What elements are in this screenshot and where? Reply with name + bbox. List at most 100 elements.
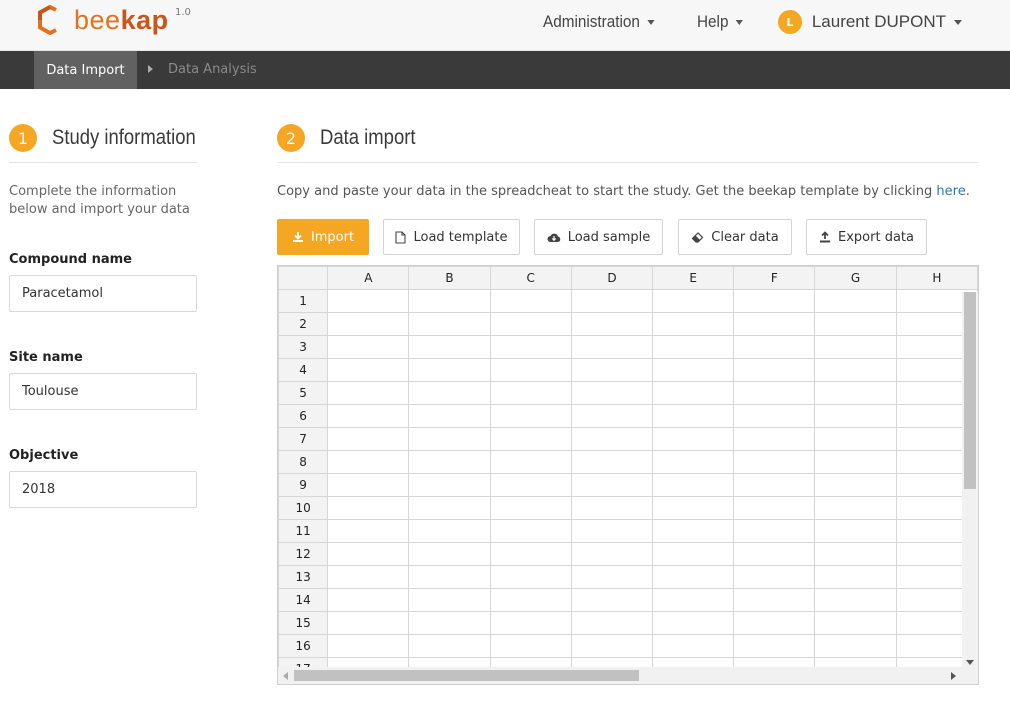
user-menu[interactable]: L Laurent DUPONT [777, 10, 962, 34]
grid-cell[interactable] [408, 496, 491, 520]
vertical-scroll-thumb[interactable] [964, 292, 976, 489]
grid-cell[interactable] [570, 450, 654, 474]
grid-cell[interactable] [570, 404, 654, 428]
row-header[interactable]: 8 [278, 450, 329, 474]
grid-cell[interactable] [327, 611, 410, 635]
template-link[interactable]: here [936, 184, 965, 199]
breadcrumb-data-analysis[interactable]: Data Analysis [168, 51, 257, 89]
grid-cell[interactable] [814, 404, 897, 428]
clear-data-button[interactable]: Clear data [678, 219, 792, 255]
grid-cell[interactable] [408, 335, 491, 359]
grid-cell[interactable] [408, 611, 491, 635]
grid-cell[interactable] [570, 358, 654, 382]
export-data-button[interactable]: Export data [806, 219, 927, 255]
row-header[interactable]: 4 [278, 358, 329, 382]
grid-cell[interactable] [652, 289, 735, 313]
grid-cell[interactable] [652, 381, 735, 405]
grid-cell[interactable] [814, 588, 897, 612]
grid-cell[interactable] [327, 381, 410, 405]
grid-cell[interactable] [327, 588, 410, 612]
column-header[interactable]: H [895, 266, 978, 290]
grid-cell[interactable] [327, 450, 410, 474]
grid-cell[interactable] [327, 358, 410, 382]
grid-cell[interactable] [814, 381, 897, 405]
grid-cell[interactable] [489, 358, 572, 382]
grid-cell[interactable] [408, 588, 491, 612]
grid-cell[interactable] [408, 542, 491, 566]
column-header[interactable]: E [652, 266, 735, 290]
grid-cell[interactable] [408, 565, 491, 589]
row-header[interactable]: 13 [278, 565, 329, 589]
grid-cell[interactable] [652, 496, 735, 520]
grid-cell[interactable] [327, 473, 410, 497]
nav-administration[interactable]: Administration [543, 12, 655, 32]
grid-cell[interactable] [652, 634, 735, 658]
grid-cell[interactable] [408, 450, 491, 474]
grid-cell[interactable] [652, 312, 735, 336]
row-header[interactable]: 16 [278, 634, 329, 658]
grid-cell[interactable] [489, 473, 572, 497]
grid-cell[interactable] [489, 404, 572, 428]
grid-cell[interactable] [814, 335, 897, 359]
row-header[interactable]: 9 [278, 473, 329, 497]
grid-cell[interactable] [733, 289, 816, 313]
grid-cell[interactable] [814, 358, 897, 382]
row-header[interactable]: 15 [278, 611, 329, 635]
grid-cell[interactable] [733, 588, 816, 612]
row-header[interactable]: 12 [278, 542, 329, 566]
grid-cell[interactable] [327, 427, 410, 451]
scroll-down-icon[interactable] [966, 660, 974, 665]
grid-cell[interactable] [733, 381, 816, 405]
grid-cell[interactable] [489, 450, 572, 474]
grid-cell[interactable] [489, 427, 572, 451]
grid-cell[interactable] [570, 542, 654, 566]
grid-cell[interactable] [489, 542, 572, 566]
load-sample-button[interactable]: Load sample [534, 219, 663, 255]
grid-cell[interactable] [570, 289, 654, 313]
grid-cell[interactable] [489, 496, 572, 520]
grid-cell[interactable] [327, 542, 410, 566]
grid-cell[interactable] [733, 542, 816, 566]
nav-help[interactable]: Help [697, 12, 743, 32]
row-header[interactable]: 2 [278, 312, 329, 336]
grid-cell[interactable] [733, 473, 816, 497]
row-header[interactable]: 10 [278, 496, 329, 520]
grid-cell[interactable] [408, 519, 491, 543]
grid-cell[interactable] [570, 565, 654, 589]
grid-cell[interactable] [408, 381, 491, 405]
grid-cell[interactable] [327, 565, 410, 589]
column-header[interactable]: D [570, 266, 654, 290]
grid-cell[interactable] [652, 542, 735, 566]
column-header[interactable]: G [814, 266, 897, 290]
grid-cell[interactable] [489, 565, 572, 589]
grid-cell[interactable] [733, 565, 816, 589]
grid-cell[interactable] [652, 473, 735, 497]
breadcrumb-data-import[interactable]: Data Import [34, 51, 137, 89]
grid-cell[interactable] [570, 473, 654, 497]
grid-cell[interactable] [733, 496, 816, 520]
grid-cell[interactable] [327, 519, 410, 543]
grid-cell[interactable] [408, 358, 491, 382]
grid-cell[interactable] [327, 289, 410, 313]
row-header[interactable]: 14 [278, 588, 329, 612]
corner-cell[interactable] [278, 266, 329, 290]
grid-cell[interactable] [733, 634, 816, 658]
grid-cell[interactable] [733, 450, 816, 474]
beekap-logo[interactable]: beekap [36, 5, 169, 35]
grid-cell[interactable] [570, 611, 654, 635]
column-header[interactable]: F [733, 266, 816, 290]
grid-cell[interactable] [652, 427, 735, 451]
column-header[interactable]: A [327, 266, 410, 290]
grid-cell[interactable] [570, 335, 654, 359]
grid-cell[interactable] [327, 496, 410, 520]
grid-cell[interactable] [814, 496, 897, 520]
grid-cell[interactable] [652, 404, 735, 428]
grid-cell[interactable] [570, 519, 654, 543]
grid-cell[interactable] [814, 312, 897, 336]
grid-cell[interactable] [814, 450, 897, 474]
import-button[interactable]: Import [277, 219, 369, 255]
vertical-scrollbar[interactable] [962, 292, 978, 669]
grid-cell[interactable] [733, 312, 816, 336]
grid-cell[interactable] [489, 588, 572, 612]
column-header[interactable]: B [408, 266, 491, 290]
